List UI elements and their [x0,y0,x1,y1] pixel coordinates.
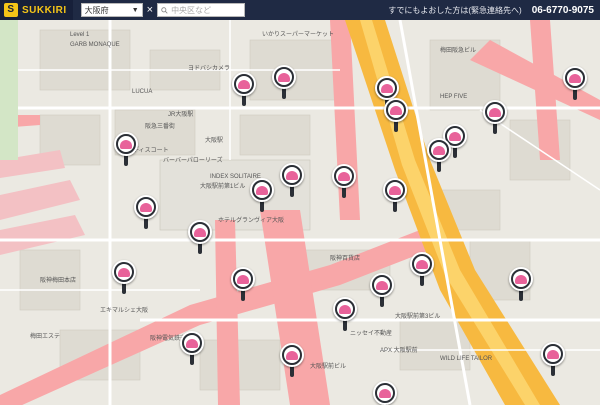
toilet-icon [286,351,298,360]
clear-icon[interactable]: × [147,3,153,17]
toilet-marker[interactable] [272,65,296,99]
toilet-icon [186,339,198,348]
chevron-down-icon: ▼ [131,6,139,14]
toilet-marker[interactable] [112,260,136,294]
map-canvas[interactable]: Level 1 GARB MONAQUE いかりスーパーマーケット LUCUA … [0,20,600,405]
toilet-marker[interactable] [384,98,408,132]
toilet-marker[interactable] [134,195,158,229]
toilet-marker[interactable] [280,163,304,197]
toilet-marker[interactable] [370,273,394,307]
toilet-marker[interactable] [188,220,212,254]
toilet-marker[interactable] [333,297,357,331]
toilet-marker[interactable] [373,381,397,405]
toilet-icon [547,350,559,359]
toilet-marker[interactable] [280,343,304,377]
toilet-marker[interactable] [383,178,407,212]
toilet-marker[interactable] [483,100,507,134]
search-input[interactable] [171,5,242,15]
toilet-icon [489,108,501,117]
toilet-marker[interactable] [231,267,255,301]
toilet-icon [515,275,527,284]
toilet-icon [286,171,298,180]
toilet-icon [381,84,393,93]
phone-number[interactable]: 06-6770-9075 [532,5,594,16]
toilet-marker[interactable] [332,164,356,198]
toilet-marker[interactable] [410,252,434,286]
toilet-marker[interactable] [180,331,204,365]
prefecture-value: 大阪府 [84,5,109,15]
toilet-marker[interactable] [427,138,451,172]
toilet-icon [118,268,130,277]
toilet-marker[interactable] [563,66,587,100]
toilet-icon [433,146,445,155]
toilet-icon [339,305,351,314]
toilet-icon [278,73,290,82]
toilet-icon [569,74,581,83]
toilet-icon [237,275,249,284]
emergency-note: すでにもよおした方は(緊急連絡先へ) [388,5,522,15]
toilet-marker[interactable] [509,267,533,301]
search-box[interactable] [157,3,246,17]
toilet-icon [379,389,391,398]
toilet-icon [238,80,250,89]
toilet-icon [338,172,350,181]
toilet-marker[interactable] [541,342,565,376]
toilet-icon [120,140,132,149]
logo-mark-icon: S [4,3,18,17]
search-icon [161,6,168,14]
toilet-icon [256,186,268,195]
toilet-icon [376,281,388,290]
toilet-icon [389,186,401,195]
toilet-icon [140,203,152,212]
logo[interactable]: S SUKKIRI [0,0,73,20]
toilet-marker[interactable] [232,72,256,106]
toilet-icon [416,260,428,269]
toilet-marker[interactable] [114,132,138,166]
logo-text: SUKKIRI [22,4,67,16]
toilet-icon [390,106,402,115]
toilet-icon [194,228,206,237]
prefecture-select[interactable]: 大阪府 ▼ [80,3,143,17]
toilet-marker[interactable] [250,178,274,212]
top-bar: S SUKKIRI 大阪府 ▼ × すでにもよおした方は(緊急連絡先へ) 06-… [0,0,600,20]
